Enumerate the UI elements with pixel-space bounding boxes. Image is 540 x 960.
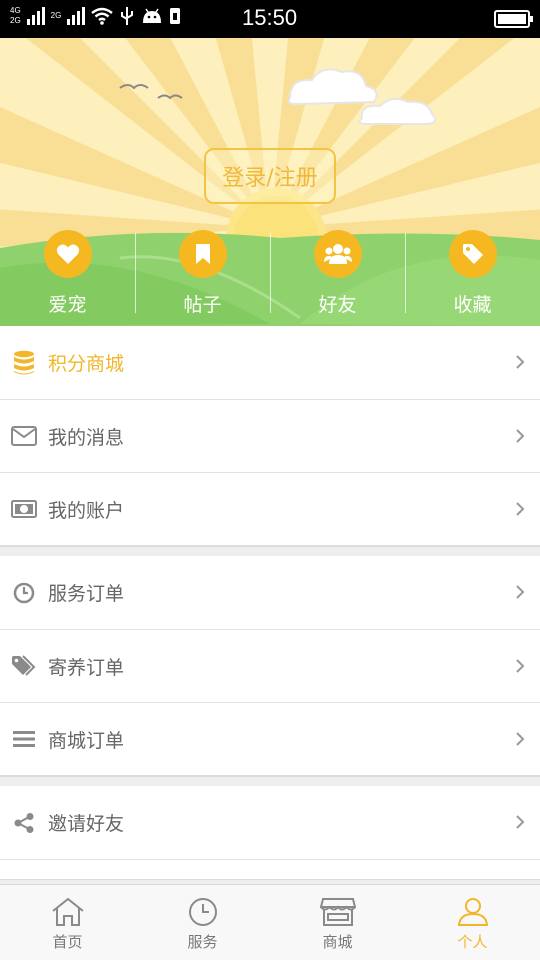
network-type-2: 2G	[50, 11, 62, 20]
tab-label: 商城	[322, 933, 353, 951]
home-icon	[51, 897, 84, 926]
section-divider	[0, 776, 540, 786]
quick-link-label: 爱宠	[48, 294, 87, 316]
menu-item-mall-orders[interactable]: 商城订单	[0, 702, 540, 775]
login-register-button[interactable]: 登录/注册	[204, 148, 336, 204]
menu-item-partial[interactable]	[0, 859, 540, 879]
menu-list: 积分商城 我的消息 我的账户 服务订单 寄养订单 商城订单 邀请好友	[0, 326, 540, 880]
tab-service[interactable]: 服务	[135, 885, 270, 960]
menu-item-label: 我的消息	[48, 426, 125, 449]
menu-item-invite-friends[interactable]: 邀请好友	[0, 786, 540, 859]
battery-icon	[494, 10, 533, 28]
quick-links: 爱宠 帖子 好友 收藏	[0, 228, 540, 318]
menu-item-label: 服务订单	[48, 583, 125, 605]
tab-profile[interactable]: 个人	[405, 885, 540, 960]
menu-item-label: 我的账户	[48, 499, 125, 522]
heart-icon	[43, 230, 92, 278]
menu-item-boarding-orders[interactable]: 寄养订单	[0, 629, 540, 702]
android-icon	[143, 8, 162, 23]
wifi-icon	[91, 7, 114, 25]
chevron-right-icon	[516, 585, 525, 599]
quick-link-pets[interactable]: 爱宠	[0, 228, 135, 318]
tab-home[interactable]: 首页	[0, 885, 135, 960]
menu-item-messages[interactable]: 我的消息	[0, 399, 540, 472]
chevron-right-icon	[516, 355, 525, 369]
menu-item-label: 邀请好友	[48, 813, 125, 835]
menu-group: 邀请好友	[0, 786, 540, 880]
list-icon	[11, 726, 37, 752]
quick-link-label: 收藏	[453, 294, 492, 316]
menu-item-points-mall[interactable]: 积分商城	[0, 326, 540, 399]
profile-header: 登录/注册 爱宠 帖子 好友 收藏	[0, 38, 540, 326]
chevron-right-icon	[516, 502, 525, 516]
signal-icon-2	[67, 7, 86, 25]
bottom-tab-bar: 首页 服务 商城 个人	[0, 884, 540, 960]
quick-link-favorites[interactable]: 收藏	[405, 228, 540, 318]
tab-label: 服务	[187, 933, 218, 951]
menu-item-account[interactable]: 我的账户	[0, 472, 540, 545]
signal-icon	[26, 7, 45, 25]
coins-icon	[11, 350, 37, 376]
store-icon	[319, 898, 356, 926]
person-icon	[457, 898, 488, 926]
clock: 15:50	[242, 5, 298, 30]
quick-link-posts[interactable]: 帖子	[135, 228, 270, 318]
section-divider	[0, 546, 540, 556]
quick-link-friends[interactable]: 好友	[270, 228, 405, 318]
status-icons: 4G 2G 2G	[10, 6, 181, 26]
banknote-icon	[11, 496, 37, 522]
tab-mall[interactable]: 商城	[270, 885, 405, 960]
network-type: 4G 2G	[10, 6, 21, 25]
menu-item-service-orders[interactable]: 服务订单	[0, 556, 540, 629]
chevron-right-icon	[516, 429, 525, 443]
menu-item-label: 寄养订单	[48, 656, 125, 679]
mail-icon	[11, 423, 37, 449]
quick-link-label: 好友	[318, 294, 357, 316]
menu-group: 服务订单 寄养订单 商城订单	[0, 556, 540, 776]
menu-group: 积分商城 我的消息 我的账户	[0, 326, 540, 546]
chevron-right-icon	[516, 732, 525, 746]
sim-icon	[170, 8, 181, 24]
friends-icon	[313, 230, 362, 278]
usb-icon	[121, 7, 134, 25]
menu-item-label: 商城订单	[48, 729, 125, 752]
clock-icon	[188, 898, 217, 926]
clock-icon	[11, 580, 37, 606]
share-icon	[11, 810, 37, 836]
quick-link-label: 帖子	[183, 294, 222, 316]
tags-icon	[11, 653, 37, 679]
tag-icon	[448, 230, 497, 278]
chevron-right-icon	[516, 815, 525, 829]
chevron-right-icon	[516, 659, 525, 673]
menu-item-label: 积分商城	[48, 353, 125, 375]
tab-label: 个人	[457, 933, 488, 951]
bookmark-icon	[178, 230, 227, 278]
status-bar: 4G 2G 2G 15:50	[0, 0, 540, 38]
tab-label: 首页	[52, 933, 83, 951]
